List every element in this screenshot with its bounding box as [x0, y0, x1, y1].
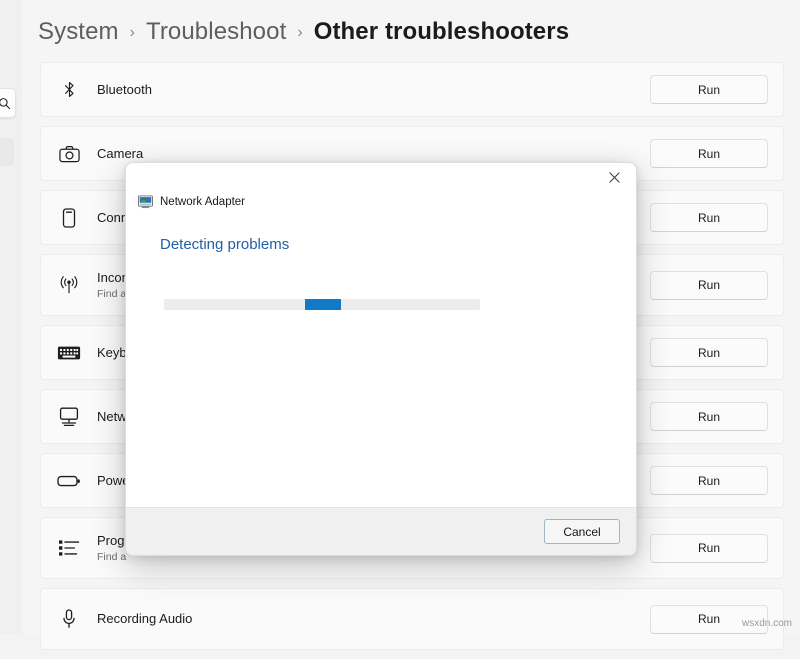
list-item-text: Camera: [97, 146, 650, 162]
list-item-title: Bluetooth: [97, 82, 650, 98]
run-button[interactable]: Run: [650, 402, 768, 431]
sidebar-rail: [0, 0, 22, 634]
list-item[interactable]: Recording Audio Run: [40, 588, 784, 650]
microphone-icon: [41, 609, 97, 629]
keyboard-icon: [41, 345, 97, 361]
list-item-text: Bluetooth: [97, 82, 650, 98]
run-button[interactable]: Run: [650, 203, 768, 232]
breadcrumb-separator: ›: [130, 25, 135, 41]
settings-page: System › Troubleshoot › Other troublesho…: [0, 0, 800, 634]
bluetooth-icon: [41, 80, 97, 99]
list-item-text: Recording Audio: [97, 611, 650, 627]
sidebar-item-placeholder[interactable]: [0, 138, 14, 166]
dialog-app-identity: Network Adapter: [126, 191, 636, 209]
camera-icon: [41, 145, 97, 163]
run-button[interactable]: Run: [650, 139, 768, 168]
progress-bar-indicator: [305, 299, 341, 310]
run-button[interactable]: Run: [650, 534, 768, 563]
cancel-button[interactable]: Cancel: [544, 519, 620, 544]
run-button[interactable]: Run: [650, 338, 768, 367]
progress-bar: [164, 299, 480, 310]
list-item-title: Recording Audio: [97, 611, 650, 627]
connected-device-icon: [41, 208, 97, 228]
dialog-titlebar: [126, 163, 636, 191]
breadcrumb: System › Troubleshoot › Other troublesho…: [38, 18, 569, 46]
power-icon: [41, 474, 97, 488]
breadcrumb-item-other-troubleshooters: Other troubleshooters: [314, 18, 569, 46]
network-adapter-icon: [41, 407, 97, 427]
run-button[interactable]: Run: [650, 271, 768, 300]
dialog-footer: Cancel: [126, 507, 636, 555]
list-item[interactable]: Bluetooth Run: [40, 62, 784, 117]
watermark: wsxdn.com: [742, 618, 792, 629]
run-button[interactable]: Run: [650, 75, 768, 104]
program-compatibility-icon: [41, 539, 97, 557]
dialog-heading: Detecting problems: [160, 235, 602, 255]
run-button[interactable]: Run: [650, 466, 768, 495]
breadcrumb-item-troubleshoot[interactable]: Troubleshoot: [146, 18, 286, 46]
breadcrumb-item-system[interactable]: System: [38, 18, 119, 46]
search-icon[interactable]: [0, 88, 16, 118]
dialog-app-name: Network Adapter: [160, 196, 245, 208]
network-adapter-troubleshooter-dialog: Network Adapter Detecting problems Cance…: [125, 162, 637, 556]
dialog-body: Detecting problems: [126, 209, 636, 310]
close-icon[interactable]: [592, 163, 636, 191]
incoming-connections-icon: [41, 275, 97, 295]
list-item-title: Camera: [97, 146, 650, 162]
network-adapter-tile-icon: [138, 195, 153, 209]
breadcrumb-separator: ›: [297, 25, 302, 41]
